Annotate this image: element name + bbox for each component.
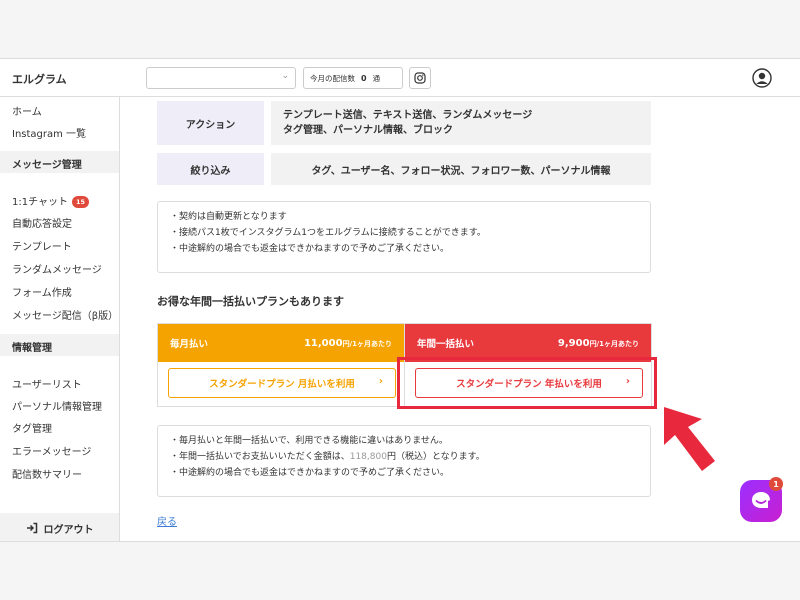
chat-count-badge: 15	[72, 196, 90, 208]
monthly-price-value: 11,000	[303, 337, 343, 349]
chat-notification-badge: 1	[769, 477, 783, 491]
yearly-plan-price: 9,900円/1ヶ月あたり	[558, 338, 639, 349]
delivery-count: 0	[361, 73, 367, 83]
sidebar-item-chat-label: 1:1チャット	[12, 197, 68, 208]
annual-plan-heading: お得な年間一括払いプランもあります	[157, 295, 344, 308]
sidebar-item-chat[interactable]: 1:1チャット 15	[12, 193, 90, 208]
sidebar-item-template[interactable]: テンプレート	[12, 238, 72, 253]
yearly-plan-name: 年間一括払い	[417, 339, 475, 350]
yearly-price-value: 9,900	[557, 337, 590, 349]
delivery-count-box: 今月の配信数 0 通	[303, 67, 403, 89]
monthly-plan-header: 毎月払い 11,000円/1ヶ月あたり	[158, 324, 404, 362]
monthly-plan-button[interactable]: スタンダードプラン 月払いを利用 ›	[168, 368, 396, 398]
chat-bubble-icon	[752, 492, 770, 508]
sidebar: ホーム Instagram 一覧 メッセージ管理 1:1チャット 15 自動応答設…	[0, 97, 120, 541]
monthly-plan-button-label: スタンダードプラン 月払いを利用	[209, 379, 355, 390]
delivery-unit: 通	[372, 73, 381, 83]
contract-note-3: ・中途解約の場合でも返金はできかねますので予めご了承ください。	[170, 244, 450, 254]
action-value: テンプレート送信、テキスト送信、ランダムメッセージ タグ管理、パーソナル情報、ブ…	[271, 101, 651, 145]
plan-note-1: ・毎月払いと年間一括払いで、利用できる機能に違いはありません。	[170, 436, 448, 446]
sidebar-item-instagram-list[interactable]: Instagram 一覧	[12, 125, 86, 140]
logout-button[interactable]: ログアウト	[0, 513, 119, 541]
delivery-label: 今月の配信数	[310, 73, 355, 83]
chevron-down-icon: ⌄	[281, 71, 289, 81]
instagram-button[interactable]	[409, 67, 431, 89]
plan-note-3: ・中途解約の場合でも返金はできかねますので予めご了承ください。	[170, 468, 450, 478]
highlight-annotation-box	[397, 357, 657, 409]
logout-label: ログアウト	[43, 524, 94, 536]
sidebar-item-random-message[interactable]: ランダムメッセージ	[12, 261, 102, 276]
instagram-icon	[414, 72, 426, 84]
action-label: アクション	[157, 101, 264, 145]
contract-note-1: ・契約は自動更新となります	[170, 212, 287, 222]
sidebar-item-message-broadcast[interactable]: メッセージ配信（β版）	[12, 307, 118, 322]
monthly-plan-card: 毎月払い 11,000円/1ヶ月あたり スタンダードプラン 月払いを利用 ›	[157, 323, 405, 407]
pointer-arrow-icon	[664, 407, 715, 471]
action-value-line1: テンプレート送信、テキスト送信、ランダムメッセージ	[283, 110, 533, 121]
plan-note-2-post: 円（税込）となります。	[386, 452, 485, 462]
account-select[interactable]: ⌄	[146, 67, 296, 89]
sidebar-item-auto-reply[interactable]: 自動応答設定	[12, 215, 72, 230]
sidebar-section-message: メッセージ管理	[0, 151, 119, 173]
top-bar: エルグラム ⌄ 今月の配信数 0 通	[0, 59, 800, 97]
sidebar-item-user-list[interactable]: ユーザーリスト	[12, 376, 82, 391]
annual-amount: 118,800	[349, 452, 387, 462]
sidebar-item-error-message[interactable]: エラーメッセージ	[12, 443, 91, 458]
sidebar-item-delivery-summary[interactable]: 配信数サマリー	[12, 466, 82, 481]
action-value-line2: タグ管理、パーソナル情報、ブロック	[283, 125, 453, 136]
back-link[interactable]: 戻る	[157, 513, 177, 528]
monthly-price-unit: 円/1ヶ月あたり	[342, 339, 392, 348]
contract-note-2: ・接続パス1枚でインスタグラム1つをエルグラムに接続することができます。	[170, 228, 486, 238]
plan-note-2-pre: ・年間一括払いでお支払いいただく金額は、	[170, 452, 350, 462]
sidebar-section-info: 情報管理	[0, 334, 119, 356]
contract-notes: ・契約は自動更新となります ・接続パス1枚でインスタグラム1つをエルグラムに接続…	[157, 201, 651, 273]
sidebar-item-tag[interactable]: タグ管理	[12, 420, 52, 435]
sidebar-item-form[interactable]: フォーム作成	[12, 284, 72, 299]
filter-label: 絞り込み	[157, 153, 264, 185]
app-title: エルグラム	[12, 73, 67, 86]
monthly-plan-price: 11,000円/1ヶ月あたり	[304, 338, 392, 349]
user-avatar-icon[interactable]	[752, 68, 772, 88]
chevron-right-icon: ›	[378, 376, 383, 387]
yearly-price-unit: 円/1ヶ月あたり	[589, 339, 639, 348]
monthly-plan-name: 毎月払い	[170, 339, 209, 350]
sidebar-item-home[interactable]: ホーム	[12, 103, 42, 118]
filter-value: タグ、ユーザー名、フォロー状況、フォロワー数、パーソナル情報	[271, 153, 651, 185]
sidebar-item-personal-info[interactable]: パーソナル情報管理	[12, 398, 102, 413]
plan-note-2: ・年間一括払いでお支払いいただく金額は、118,800円（税込）となります。	[170, 449, 638, 465]
logout-icon	[26, 522, 37, 534]
plan-notes: ・毎月払いと年間一括払いで、利用できる機能に違いはありません。 ・年間一括払いで…	[157, 425, 651, 497]
